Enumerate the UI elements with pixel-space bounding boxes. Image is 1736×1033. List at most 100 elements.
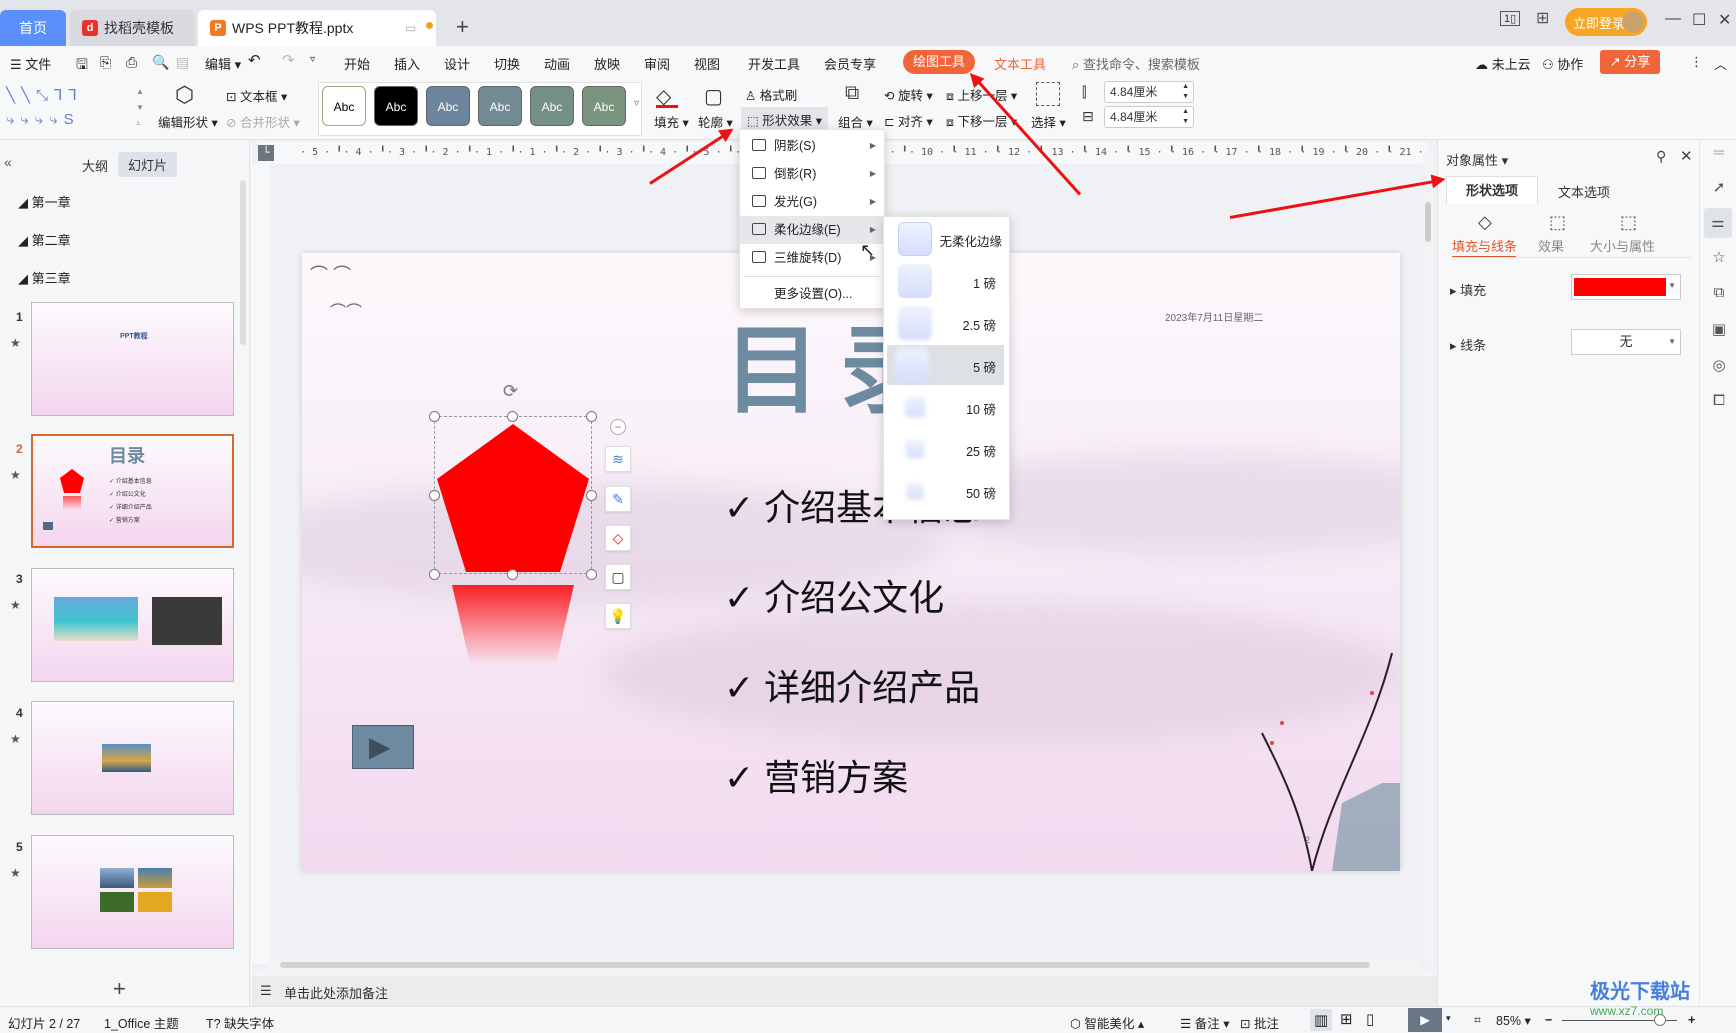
line-section-toggle[interactable]: ▸ 线条 (1450, 335, 1486, 354)
reading-view-icon[interactable]: ▯ (1366, 1010, 1374, 1028)
pin-icon[interactable]: ⚲ (1656, 148, 1666, 165)
menu-review[interactable]: 审阅 (644, 54, 670, 73)
menu-design[interactable]: 设计 (444, 54, 470, 73)
play-slideshow-button[interactable]: ▶ (1408, 1008, 1442, 1032)
collapse-panel-icon[interactable]: « (4, 154, 12, 170)
subtab-effects[interactable]: 效果 (1538, 236, 1564, 255)
textbox-button[interactable]: ⊡ 文本框 ▾ (226, 86, 287, 105)
rotate-handle-icon[interactable]: ⟳ (503, 381, 518, 402)
connector-gallery[interactable]: ╲╲⤡⅂⅂ ⤷⤷⤷⤷S (6, 84, 134, 134)
outline-quick-button[interactable]: ▢ (605, 564, 631, 590)
style-gallery-more[interactable]: ▿ (634, 98, 639, 109)
slide-date[interactable]: 2023年7月11日星期二 (1165, 309, 1263, 324)
tab-stop-icon[interactable]: └ (258, 145, 274, 161)
resize-handle-e[interactable] (586, 490, 597, 501)
soft-edge-option[interactable]: 2.5 磅 (890, 303, 1004, 343)
zoom-out-button[interactable]: − (1545, 1013, 1552, 1027)
more-menu-icon[interactable]: ⋮ (1690, 54, 1703, 70)
scroll-thumb[interactable] (1425, 202, 1431, 242)
width-spinner[interactable]: ▲ ▼ (1182, 107, 1189, 127)
smart-icon[interactable]: ◎ (1709, 356, 1729, 376)
tab-document[interactable]: P WPS PPT教程.pptx ▭ (198, 10, 436, 46)
print-icon[interactable]: ⎙ (126, 54, 137, 71)
maximize-button[interactable]: ☐ (1692, 10, 1706, 30)
close-button[interactable]: ✕ (1718, 10, 1731, 30)
tab-drawing-tools[interactable]: 绘图工具 (903, 50, 975, 74)
normal-view-icon[interactable]: ▥ (1310, 1009, 1333, 1031)
soft-edge-option[interactable]: 50 磅 (890, 471, 1004, 511)
chapter-3[interactable]: ◢ 第三章 (18, 268, 71, 287)
menu-member[interactable]: 会员专享 (824, 54, 876, 73)
panel-title[interactable]: 对象属性 ▾ (1446, 150, 1508, 169)
cloud-status[interactable]: ☁ 未上云 (1475, 54, 1531, 73)
menu-animation[interactable]: 动画 (544, 54, 570, 73)
login-button[interactable]: 立即登录 (1565, 8, 1647, 36)
animation-star-icon[interactable]: ☆ (1709, 248, 1729, 268)
layout-icon[interactable]: 1▯ (1500, 11, 1521, 26)
collaborate-button[interactable]: ⚇ 协作 (1542, 54, 1583, 73)
scroll-thumb[interactable] (280, 962, 1370, 968)
tab-shape-options[interactable]: 形状选项 (1446, 176, 1538, 204)
layers-button[interactable]: ≋ (605, 446, 631, 472)
menu-item-reflection[interactable]: 倒影(R) ▶ (740, 160, 884, 188)
play-media-button[interactable]: ▶ (352, 725, 414, 769)
slide-thumbnail-5[interactable] (31, 835, 234, 949)
shape-style-swatch[interactable]: Abc (374, 86, 418, 126)
tab-text-tools[interactable]: 文本工具 (994, 54, 1046, 73)
slide-thumbnail-4[interactable] (31, 701, 234, 815)
slide-canvas[interactable]: ⌒ ⌒ ⌒⌒ 目录 2023年7月11日星期二 ✓ 介绍基本信息 ✓ 介绍公文化… (302, 253, 1400, 871)
notes-toggle-button[interactable]: ☰ 备注 ▾ (1180, 1013, 1229, 1032)
menu-slideshow[interactable]: 放映 (594, 54, 620, 73)
merge-shape-button[interactable]: ⊘ 合并形状 ▾ (226, 112, 300, 131)
resize-handle-n[interactable] (507, 411, 518, 422)
fill-quick-button[interactable]: ◇ (605, 525, 631, 551)
image-tools-icon[interactable]: ▣ (1709, 320, 1729, 340)
reading-icon[interactable]: ⧠ (1709, 392, 1729, 412)
resize-handle-nw[interactable] (429, 411, 440, 422)
format-painter-button[interactable]: ♙ 格式刷 (745, 85, 797, 104)
apps-grid-icon[interactable]: ⊞ (1536, 8, 1549, 28)
quick-access-more-icon[interactable]: ▿ (310, 54, 315, 65)
theme-name[interactable]: 1_Office 主题 (104, 1013, 179, 1032)
new-tab-button[interactable]: + (456, 14, 469, 40)
menu-item-glow[interactable]: 发光(G) ▶ (740, 188, 884, 216)
brush-button[interactable]: ✎ (605, 486, 631, 512)
properties-icon[interactable]: ⚌ (1704, 208, 1732, 238)
menu-developer[interactable]: 开发工具 (748, 54, 800, 73)
slide-thumbnail-3[interactable] (31, 568, 234, 682)
shape-style-swatch[interactable]: Abc (322, 86, 366, 126)
search-box[interactable]: ⌕ 查找命令、搜索模板 (1072, 54, 1200, 73)
soft-edge-option[interactable]: 10 磅 (890, 387, 1004, 427)
shape-style-swatch[interactable]: Abc (426, 86, 470, 126)
width-input[interactable]: 4.84厘米 ▲ ▼ (1104, 106, 1194, 128)
rotate-button[interactable]: ⟲ 旋转 ▾ (884, 85, 933, 104)
resize-handle-w[interactable] (429, 490, 440, 501)
soft-edge-option[interactable]: 无柔化边缘 (890, 219, 1004, 259)
shape-style-swatch[interactable]: Abc (478, 86, 522, 126)
subtab-size-properties[interactable]: 大小与属性 (1590, 236, 1655, 255)
slide-transition-icon[interactable]: ⧉ (1709, 284, 1729, 304)
menu-insert[interactable]: 插入 (394, 54, 420, 73)
height-spinner[interactable]: ▲ ▼ (1182, 82, 1189, 102)
rocket-icon[interactable]: ➚ (1709, 178, 1729, 198)
tab-daoke-templates[interactable]: d 找稻壳模板 (70, 10, 195, 46)
resize-handle-se[interactable] (586, 569, 597, 580)
canvas-horizontal-scrollbar[interactable] (270, 960, 1420, 970)
share-button[interactable]: ↗ 分享 (1600, 50, 1660, 74)
undo-icon[interactable]: ↶ (248, 51, 261, 69)
save-icon[interactable]: 🖫 (76, 54, 88, 78)
canvas-vertical-scrollbar[interactable] (1423, 152, 1433, 962)
add-slide-button[interactable]: + (113, 976, 126, 1002)
menu-item-more-settings[interactable]: 更多设置(O)... (740, 280, 884, 308)
beautify-button[interactable]: ⬡ 智能美化 ▴ (1070, 1013, 1144, 1032)
shape-style-swatch[interactable]: Abc (582, 86, 626, 126)
soft-edge-option-selected[interactable]: 5 磅 (887, 345, 1004, 385)
fit-window-icon[interactable]: ⌗ (1474, 1013, 1481, 1028)
fill-section-toggle[interactable]: ▸ 填充 (1450, 280, 1486, 299)
edit-shape-icon[interactable]: ⬡ (175, 82, 194, 108)
panel-scrollbar[interactable] (240, 180, 246, 345)
redo-icon[interactable]: ↷ (282, 51, 295, 69)
slide-thumbnail-2[interactable]: 目录 ✓ 介绍基本信息 ✓ 介绍公文化 ✓ 详细介绍产品 ✓ 营销方案 (31, 434, 234, 548)
comments-button[interactable]: ⊡ 批注 (1240, 1013, 1279, 1032)
shape-style-swatch[interactable]: Abc (530, 86, 574, 126)
